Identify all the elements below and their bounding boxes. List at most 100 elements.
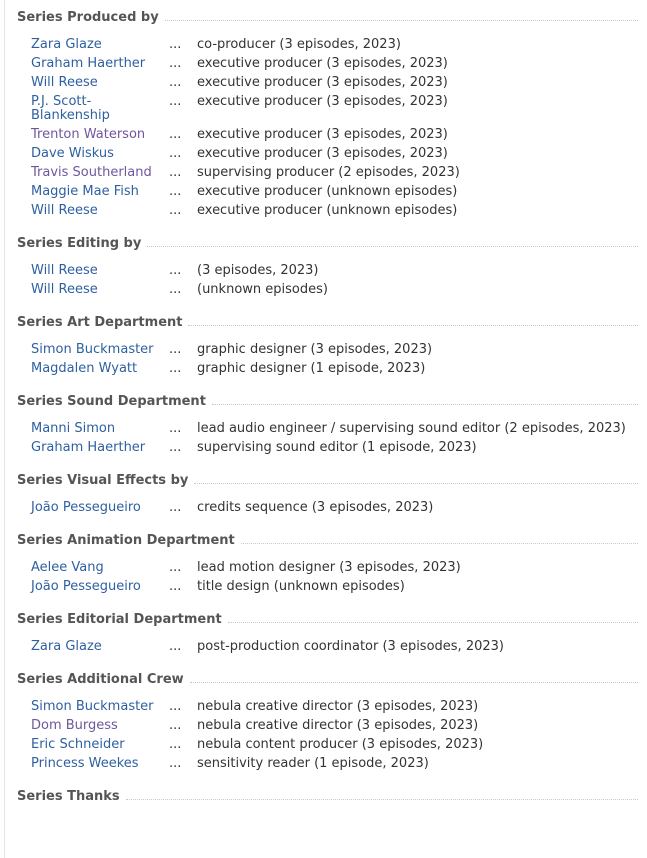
credit-name-cell: Eric Schneider (17, 736, 169, 755)
credit-separator: ... (169, 421, 182, 436)
person-link[interactable]: Will Reese (31, 75, 98, 90)
credit-row: Will Reese... executive producer (unknown… (17, 202, 638, 221)
section-divider (240, 542, 638, 544)
section-divider (188, 324, 638, 326)
credit-row: Zara Glaze... co-producer (3 episodes, 20… (17, 36, 638, 55)
credit-separator: ... (169, 737, 182, 752)
person-link[interactable]: Manni Simon (31, 421, 115, 436)
credit-name-cell: Will Reese (17, 262, 169, 281)
person-link[interactable]: Travis Southerland (31, 165, 152, 180)
section-divider (227, 621, 638, 623)
crew-credits-list: Series Produced by Zara Glaze... co-produc… (17, 8, 638, 818)
person-link[interactable]: Will Reese (31, 203, 98, 218)
credit-role: credits sequence (3 episodes, 2023) (197, 500, 434, 515)
credit-row: Dom Burgess... nebula creative director (… (17, 717, 638, 736)
credit-row: Simon Buckmaster... graphic designer (3 e… (17, 341, 638, 360)
credit-name-cell: Simon Buckmaster (17, 698, 169, 717)
section-title: Series Thanks (17, 788, 120, 804)
credit-separator: ... (169, 75, 182, 90)
person-link[interactable]: Will Reese (31, 282, 98, 297)
section-divider (125, 798, 638, 800)
person-link[interactable]: Graham Haerther (31, 56, 145, 71)
credits-table: Simon Buckmaster... nebula creative direc… (17, 698, 638, 774)
person-link[interactable]: Dave Wiskus (31, 146, 114, 161)
section-title: Series Visual Effects by (17, 472, 189, 488)
credit-row: Trenton Waterson... executive producer (3… (17, 126, 638, 145)
person-link[interactable]: Will Reese (31, 263, 98, 278)
credit-name-cell: Will Reese (17, 74, 169, 93)
person-link[interactable]: Eric Schneider (31, 737, 125, 752)
section-divider (189, 681, 638, 683)
person-link[interactable]: Trenton Waterson (31, 127, 145, 142)
credit-role: executive producer (3 episodes, 2023) (197, 146, 448, 161)
credit-name-cell: Simon Buckmaster (17, 341, 169, 360)
credit-separator: ... (169, 37, 182, 52)
credits-table: Zara Glaze... co-producer (3 episodes, 20… (17, 36, 638, 221)
credit-separator: ... (169, 579, 182, 594)
credit-role: lead audio engineer / supervising sound … (197, 421, 626, 436)
page-left-border (4, 0, 5, 858)
person-link[interactable]: Simon Buckmaster (31, 342, 154, 357)
credits-table: João Pessegueiro... credits sequence (3 e… (17, 499, 638, 518)
credit-role: (3 episodes, 2023) (197, 263, 319, 278)
credit-role: post-production coordinator (3 episodes,… (197, 639, 504, 654)
credits-table: Will Reese... (3 episodes, 2023) Will Rees… (17, 262, 638, 300)
credit-separator: ... (169, 94, 182, 109)
person-link[interactable]: Maggie Mae Fish (31, 184, 139, 199)
credit-separator: ... (169, 361, 182, 376)
credit-separator: ... (169, 184, 182, 199)
credit-row: P.J. Scott-Blankenship... executive produ… (17, 93, 638, 126)
person-link[interactable]: P.J. Scott-Blankenship (31, 94, 110, 123)
section-series-produced-by: Series Produced by Zara Glaze... co-produc… (17, 8, 638, 221)
credit-role: nebula content producer (3 episodes, 202… (197, 737, 484, 752)
credit-separator: ... (169, 342, 182, 357)
person-link[interactable]: Dom Burgess (31, 718, 118, 733)
credit-role: executive producer (3 episodes, 2023) (197, 75, 448, 90)
credit-separator: ... (169, 560, 182, 575)
credit-separator: ... (169, 639, 182, 654)
person-link[interactable]: Princess Weekes (31, 756, 139, 771)
credits-table: Simon Buckmaster... graphic designer (3 e… (17, 341, 638, 379)
credit-row: Graham Haerther... supervising sound edit… (17, 439, 638, 458)
person-link[interactable]: Magdalen Wyatt (31, 361, 137, 376)
section-series-thanks: Series Thanks (17, 787, 638, 805)
person-link[interactable]: João Pessegueiro (31, 500, 141, 515)
person-link[interactable]: Zara Glaze (31, 639, 102, 654)
section-divider (147, 245, 638, 247)
section-title: Series Sound Department (17, 393, 206, 409)
credits-table: Zara Glaze... post-production coordinator… (17, 638, 638, 657)
credit-row: João Pessegueiro... credits sequence (3 e… (17, 499, 638, 518)
section-header: Series Sound Department (17, 392, 638, 410)
credit-role: (unknown episodes) (197, 282, 328, 297)
credit-role: graphic designer (3 episodes, 2023) (197, 342, 433, 357)
credit-row: Maggie Mae Fish... executive producer (un… (17, 183, 638, 202)
person-link[interactable]: Aelee Vang (31, 560, 104, 575)
credit-name-cell: Travis Southerland (17, 164, 169, 183)
credit-row: Zara Glaze... post-production coordinator… (17, 638, 638, 657)
credit-name-cell: Princess Weekes (17, 755, 169, 774)
credit-role: executive producer (3 episodes, 2023) (197, 56, 448, 71)
credit-separator: ... (169, 203, 182, 218)
section-series-additional-crew: Series Additional Crew Simon Buckmaster..… (17, 670, 638, 774)
section-header: Series Editorial Department (17, 610, 638, 628)
section-series-visual-effects-by: Series Visual Effects by João Pessegueiro… (17, 471, 638, 518)
person-link[interactable]: Simon Buckmaster (31, 699, 154, 714)
person-link[interactable]: João Pessegueiro (31, 579, 141, 594)
credit-role: nebula creative director (3 episodes, 20… (197, 718, 479, 733)
credit-row: Will Reese... executive producer (3 episo… (17, 74, 638, 93)
credit-role: lead motion designer (3 episodes, 2023) (197, 560, 461, 575)
credit-separator: ... (169, 263, 182, 278)
person-link[interactable]: Graham Haerther (31, 440, 145, 455)
credit-role: supervising sound editor (1 episode, 202… (197, 440, 477, 455)
credit-role: co-producer (3 episodes, 2023) (197, 37, 401, 52)
section-series-sound-department: Series Sound Department Manni Simon... lea… (17, 392, 638, 458)
person-link[interactable]: Zara Glaze (31, 37, 102, 52)
section-series-editorial-department: Series Editorial Department Zara Glaze...… (17, 610, 638, 657)
credit-row: Travis Southerland... supervising produce… (17, 164, 638, 183)
credit-name-cell: Will Reese (17, 202, 169, 221)
credit-name-cell: Graham Haerther (17, 439, 169, 458)
credit-separator: ... (169, 440, 182, 455)
section-header: Series Art Department (17, 313, 638, 331)
credit-name-cell: Maggie Mae Fish (17, 183, 169, 202)
credit-name-cell: Dave Wiskus (17, 145, 169, 164)
